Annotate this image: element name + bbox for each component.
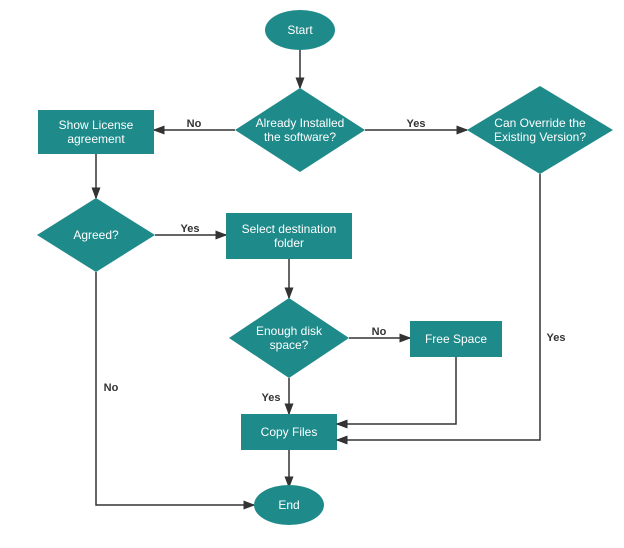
- edge-disk-copy-label: Yes: [262, 392, 281, 404]
- show-license-l2: agreement: [67, 132, 125, 146]
- already-installed-l2: the software?: [264, 130, 336, 144]
- edge-installed-license-label: No: [187, 118, 202, 130]
- start-label: Start: [287, 23, 313, 37]
- end-label: End: [278, 498, 299, 512]
- select-dest-l1: Select destination: [242, 222, 337, 236]
- already-installed-l1: Already Installed: [256, 116, 345, 130]
- edge-installed-override-label: Yes: [407, 118, 426, 130]
- edge-free-copy: [337, 357, 456, 424]
- show-license-l1: Show License: [59, 118, 134, 132]
- free-space-label: Free Space: [425, 332, 487, 346]
- edge-agreed-end: [96, 272, 254, 505]
- edge-agreed-dest-label: Yes: [181, 223, 200, 235]
- can-override-l2: Existing Version?: [494, 130, 586, 144]
- edge-disk-free-label: No: [372, 326, 387, 338]
- copy-files-label: Copy Files: [261, 425, 318, 439]
- edge-override-copy: [337, 174, 540, 440]
- select-dest-l2: folder: [274, 236, 304, 250]
- agreed-label: Agreed?: [73, 228, 119, 242]
- edge-override-copy-label: Yes: [547, 332, 566, 344]
- enough-disk-l1: Enough disk: [256, 324, 323, 338]
- can-override-l1: Can Override the: [494, 116, 586, 130]
- flowchart-diagram: Start Already Installed the software? No…: [0, 0, 624, 548]
- enough-disk-l2: space?: [270, 338, 309, 352]
- edge-agreed-end-label: No: [104, 382, 119, 394]
